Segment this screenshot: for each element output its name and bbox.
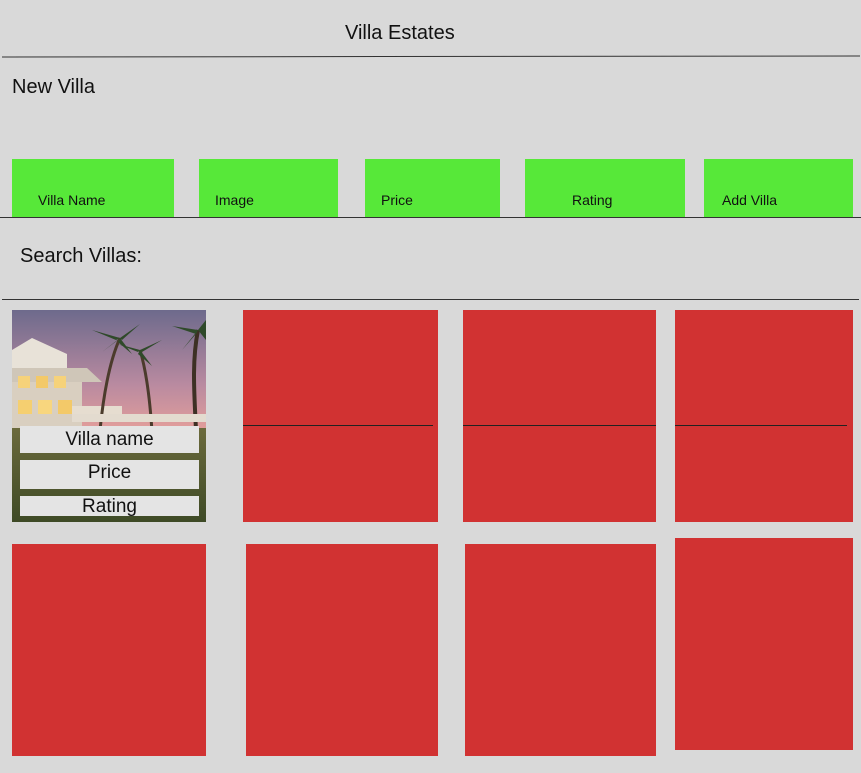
image-field[interactable]: Image [199, 159, 338, 217]
rating-field-label: Rating [572, 192, 613, 208]
villa-card-placeholder[interactable] [246, 544, 438, 756]
form-divider [0, 217, 861, 218]
page-title: Villa Estates [345, 22, 455, 44]
card-divider [463, 425, 656, 426]
add-villa-button-label: Add Villa [722, 192, 778, 208]
add-villa-button[interactable]: Add Villa [704, 159, 853, 217]
villa-name-label: Villa name [20, 426, 199, 453]
villa-image [12, 310, 206, 522]
villa-price-label: Price [20, 460, 199, 489]
price-field[interactable]: Price [365, 159, 500, 217]
villa-card-placeholder[interactable] [465, 544, 656, 756]
villa-card-placeholder[interactable] [675, 310, 853, 522]
villa-card-placeholder[interactable] [12, 544, 206, 756]
new-villa-heading: New Villa [12, 76, 95, 98]
image-field-label: Image [215, 192, 254, 208]
villa-card-placeholder[interactable] [463, 310, 656, 522]
header-divider [1, 55, 861, 58]
search-label: Search Villas: [20, 245, 142, 267]
villa-card-placeholder[interactable] [243, 310, 438, 522]
villa-name-field-label: Villa Name [38, 192, 106, 208]
rating-field[interactable]: Rating [525, 159, 685, 217]
search-divider [2, 299, 859, 300]
card-divider [675, 425, 847, 426]
villa-card[interactable]: Villa name Price Rating [12, 310, 206, 522]
villa-name-field[interactable]: Villa Name [12, 159, 174, 217]
price-field-label: Price [381, 192, 413, 208]
card-divider [243, 425, 433, 426]
villa-card-placeholder[interactable] [675, 538, 853, 750]
villa-rating-label: Rating [20, 496, 199, 517]
